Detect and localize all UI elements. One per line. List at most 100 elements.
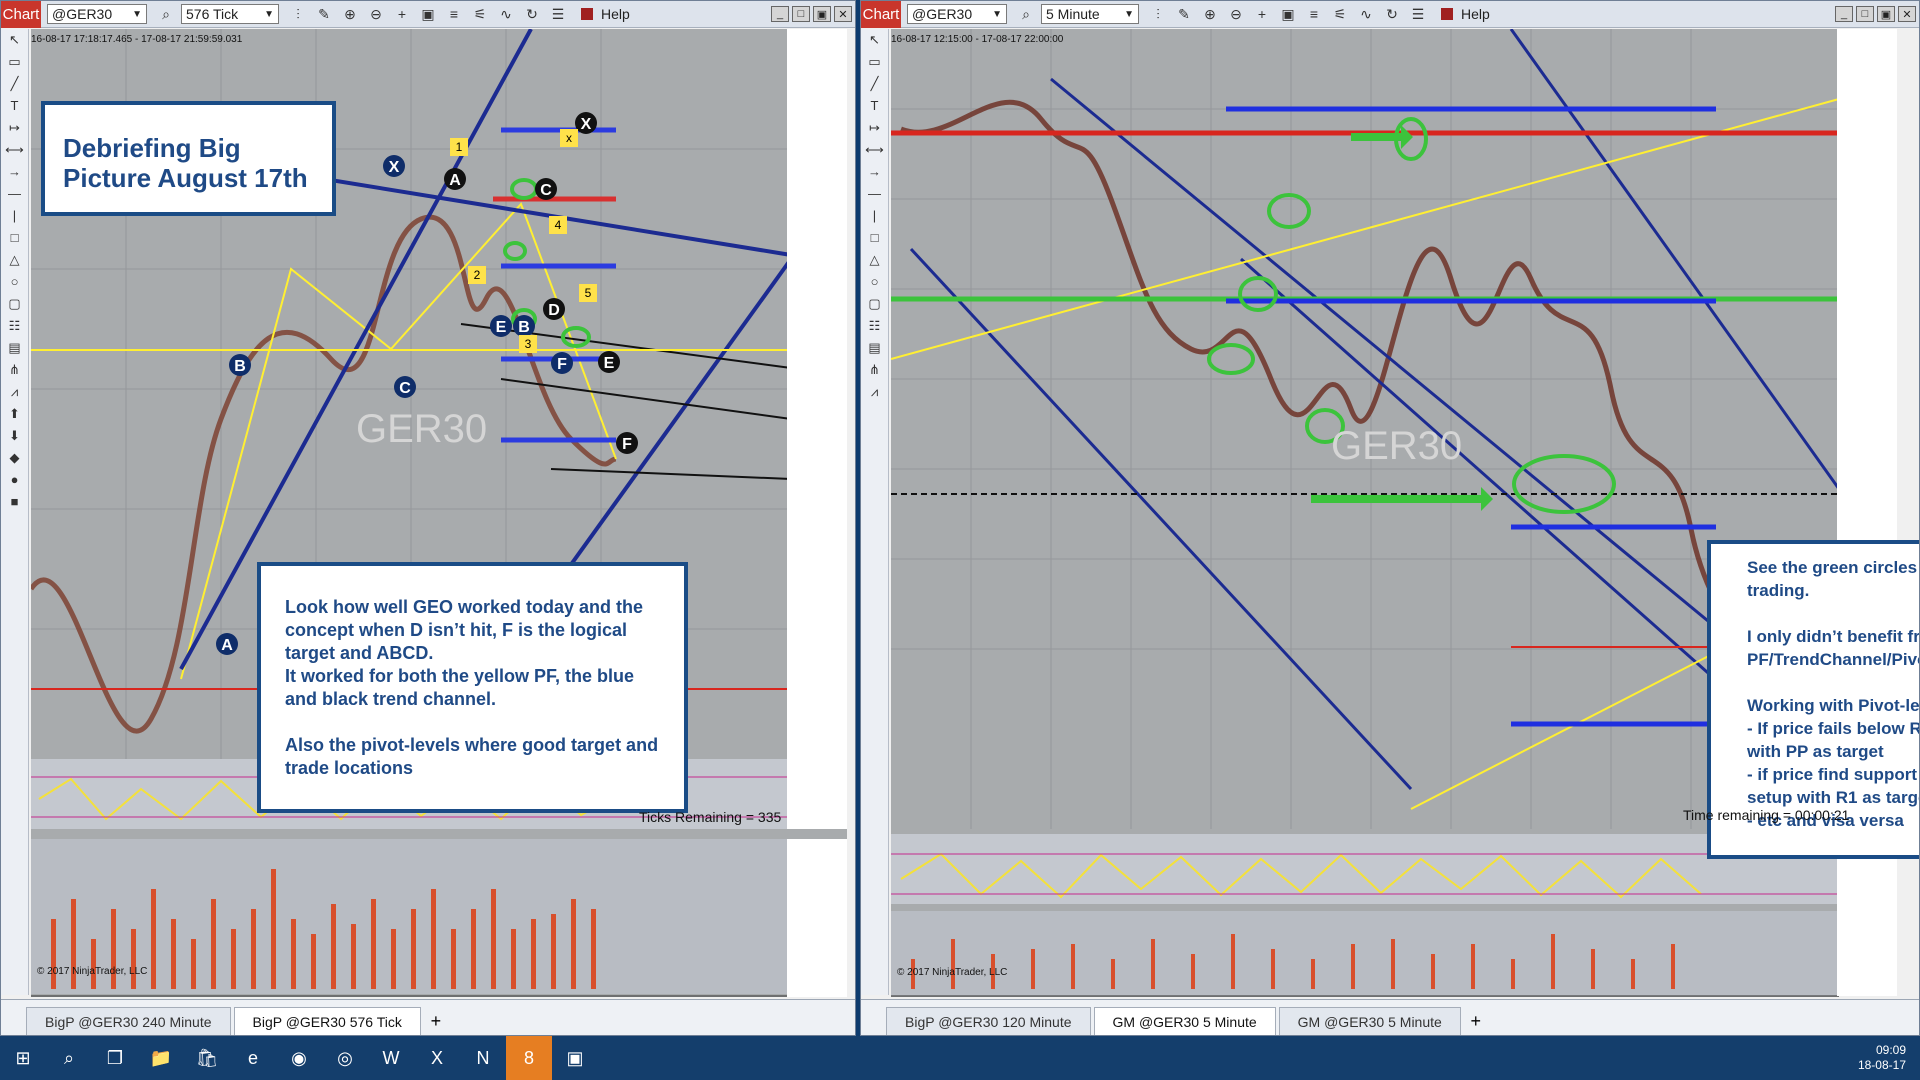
close-button[interactable]: ✕ bbox=[1898, 6, 1916, 22]
tab-gm-5min[interactable]: GM @GER30 5 Minute bbox=[1278, 1007, 1461, 1035]
zoom-out-icon[interactable]: ⊖ bbox=[365, 4, 387, 24]
dot-icon[interactable]: ● bbox=[1, 469, 28, 491]
ruler-icon[interactable]: ▭ bbox=[861, 51, 888, 73]
fib-icon[interactable]: ☷ bbox=[1, 315, 28, 337]
pointer-icon[interactable]: ↖ bbox=[1, 29, 28, 51]
tab-bigp-240[interactable]: BigP @GER30 240 Minute bbox=[26, 1007, 231, 1035]
drawing-tools-icon[interactable]: ∿ bbox=[1355, 4, 1377, 24]
drawing-tools-icon[interactable]: ∿ bbox=[495, 4, 517, 24]
maximize-button[interactable]: □ bbox=[792, 6, 810, 22]
chart-menu-button[interactable]: Chart bbox=[861, 1, 901, 28]
crosshair-icon[interactable]: + bbox=[391, 4, 413, 24]
reload-icon[interactable]: ↻ bbox=[521, 4, 543, 24]
chrome-icon[interactable]: ◎ bbox=[322, 1036, 368, 1080]
vertical-line-icon[interactable]: | bbox=[1, 205, 28, 227]
arrow-down-icon[interactable]: ⬇ bbox=[1, 425, 28, 447]
bar-style-icon[interactable]: ⫶ bbox=[287, 4, 309, 24]
add-tab-button[interactable]: + bbox=[424, 1007, 448, 1035]
bar-style-icon[interactable]: ⫶ bbox=[1147, 4, 1169, 24]
horizontal-line-icon[interactable]: ― bbox=[1, 183, 28, 205]
triangle-icon[interactable]: △ bbox=[1, 249, 28, 271]
left-chart-panel[interactable]: X A C D E B F E F B C A X 1 2 3 4 5 x GE… bbox=[31, 29, 847, 997]
fib-icon[interactable]: ☷ bbox=[861, 315, 888, 337]
diamond-icon[interactable]: ◆ bbox=[1, 447, 28, 469]
region-icon[interactable]: ▢ bbox=[861, 293, 888, 315]
zoom-in-icon[interactable]: ⊕ bbox=[1199, 4, 1221, 24]
indicators-icon[interactable]: ≡ bbox=[1303, 4, 1325, 24]
line-icon[interactable]: ╱ bbox=[861, 73, 888, 95]
pointer-icon[interactable]: ↖ bbox=[861, 29, 888, 51]
arrow-line-icon[interactable]: → bbox=[861, 161, 888, 183]
tab-bigp-576[interactable]: BigP @GER30 576 Tick bbox=[233, 1007, 421, 1035]
region-icon[interactable]: ▢ bbox=[1, 293, 28, 315]
gann-icon[interactable]: ⩘ bbox=[1, 381, 28, 403]
edge-icon[interactable]: e bbox=[230, 1036, 276, 1080]
properties-icon[interactable]: ▣ bbox=[1277, 4, 1299, 24]
tab-bigp-120[interactable]: BigP @GER30 120 Minute bbox=[886, 1007, 1091, 1035]
minimize-button[interactable]: _ bbox=[771, 6, 789, 22]
line-icon[interactable]: ╱ bbox=[1, 73, 28, 95]
pitchfork-icon[interactable]: ⋔ bbox=[861, 359, 888, 381]
timeframe-dropdown[interactable]: 576 Tick ▼ bbox=[181, 4, 279, 24]
task-view-icon[interactable]: ❐ bbox=[92, 1036, 138, 1080]
vertical-line-icon[interactable]: | bbox=[861, 205, 888, 227]
excel-icon[interactable]: X bbox=[414, 1036, 460, 1080]
extended-line-icon[interactable]: ⟷ bbox=[1, 139, 28, 161]
ray-icon[interactable]: ↦ bbox=[861, 117, 888, 139]
firefox-icon[interactable]: ◉ bbox=[276, 1036, 322, 1080]
minimize-button[interactable]: _ bbox=[1835, 6, 1853, 22]
windows-start-icon[interactable]: ⊞ bbox=[0, 1036, 46, 1080]
right-chart-panel[interactable]: GER30 16-08-17 12:15:00 - 17-08-17 22:00… bbox=[891, 29, 1919, 997]
ruler-icon[interactable]: ▭ bbox=[1, 51, 28, 73]
crosshair-icon[interactable]: + bbox=[1251, 4, 1273, 24]
indicators-icon[interactable]: ≡ bbox=[443, 4, 465, 24]
triangle-icon[interactable]: △ bbox=[861, 249, 888, 271]
maximize-button[interactable]: □ bbox=[1856, 6, 1874, 22]
rectangle-icon[interactable]: □ bbox=[861, 227, 888, 249]
ninjatrader-icon[interactable]: N bbox=[460, 1036, 506, 1080]
instrument-dropdown[interactable]: @GER30 ▼ bbox=[47, 4, 147, 24]
rectangle-icon[interactable]: □ bbox=[1, 227, 28, 249]
file-explorer-icon[interactable]: 📁 bbox=[138, 1036, 184, 1080]
store-icon[interactable]: 🛍 bbox=[184, 1036, 230, 1080]
word-icon[interactable]: W bbox=[368, 1036, 414, 1080]
pencil-icon[interactable]: ✎ bbox=[1173, 4, 1195, 24]
trading-app-icon[interactable]: ▣ bbox=[552, 1036, 598, 1080]
list-icon[interactable]: ☰ bbox=[547, 4, 569, 24]
horizontal-line-icon[interactable]: ― bbox=[861, 183, 888, 205]
reload-icon[interactable]: ↻ bbox=[1381, 4, 1403, 24]
restore-button[interactable]: ▣ bbox=[813, 6, 831, 22]
list-icon[interactable]: ☰ bbox=[1407, 4, 1429, 24]
extended-line-icon[interactable]: ⟷ bbox=[861, 139, 888, 161]
zoom-in-icon[interactable]: ⊕ bbox=[339, 4, 361, 24]
arrow-line-icon[interactable]: → bbox=[1, 161, 28, 183]
arrow-up-icon[interactable]: ⬆ bbox=[1, 403, 28, 425]
zoom-out-icon[interactable]: ⊖ bbox=[1225, 4, 1247, 24]
ellipse-icon[interactable]: ○ bbox=[861, 271, 888, 293]
timeframe-dropdown[interactable]: 5 Minute ▼ bbox=[1041, 4, 1139, 24]
tab-gm-5min-active[interactable]: GM @GER30 5 Minute bbox=[1093, 1007, 1276, 1035]
text-icon[interactable]: T bbox=[1, 95, 28, 117]
chart-menu-button[interactable]: Chart bbox=[1, 1, 41, 28]
add-tab-button[interactable]: + bbox=[1464, 1007, 1488, 1035]
ray-icon[interactable]: ↦ bbox=[1, 117, 28, 139]
square-icon[interactable]: ■ bbox=[1, 491, 28, 513]
ninjatrader-badge[interactable]: 8 bbox=[506, 1036, 552, 1080]
search-icon[interactable]: ⌕ bbox=[46, 1036, 92, 1080]
restore-button[interactable]: ▣ bbox=[1877, 6, 1895, 22]
help-menu[interactable]: Help bbox=[1441, 6, 1490, 22]
channel-icon[interactable]: ▤ bbox=[861, 337, 888, 359]
search-icon[interactable]: ⌕ bbox=[1015, 4, 1037, 24]
search-icon[interactable]: ⌕ bbox=[155, 4, 177, 24]
strategies-icon[interactable]: ⚟ bbox=[469, 4, 491, 24]
strategies-icon[interactable]: ⚟ bbox=[1329, 4, 1351, 24]
properties-icon[interactable]: ▣ bbox=[417, 4, 439, 24]
instrument-dropdown[interactable]: @GER30 ▼ bbox=[907, 4, 1007, 24]
channel-icon[interactable]: ▤ bbox=[1, 337, 28, 359]
gann-icon[interactable]: ⩘ bbox=[861, 381, 888, 403]
help-menu[interactable]: Help bbox=[581, 6, 630, 22]
pitchfork-icon[interactable]: ⋔ bbox=[1, 359, 28, 381]
pencil-icon[interactable]: ✎ bbox=[313, 4, 335, 24]
text-icon[interactable]: T bbox=[861, 95, 888, 117]
ellipse-icon[interactable]: ○ bbox=[1, 271, 28, 293]
